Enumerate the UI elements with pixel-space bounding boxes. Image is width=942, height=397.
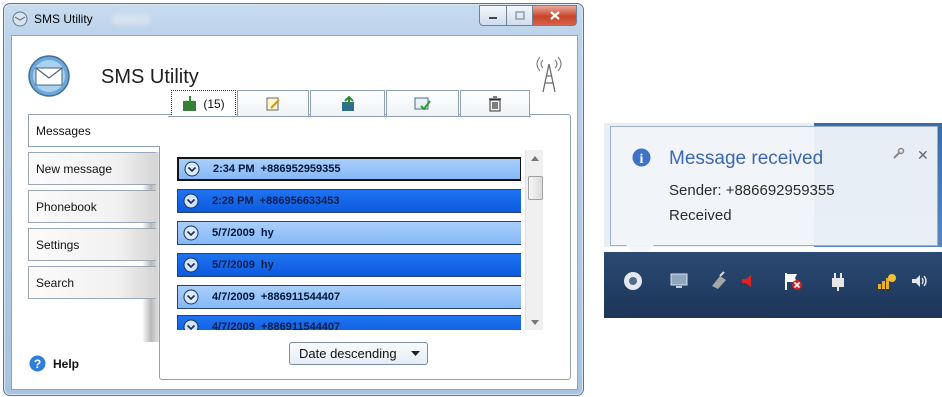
- sidebar-item-label: Search: [36, 275, 75, 290]
- svg-text:?: ?: [34, 357, 41, 371]
- caption-buttons: [479, 5, 577, 26]
- action-center-flag-icon[interactable]: [782, 270, 804, 292]
- volume-icon[interactable]: [908, 270, 930, 292]
- message-row[interactable]: 4/7/2009 +886911544407: [177, 315, 521, 330]
- compose-icon: [266, 97, 280, 110]
- help-icon: ?: [29, 355, 46, 372]
- sidebar-item-label: New message: [36, 161, 113, 176]
- network-icon[interactable]: [876, 270, 898, 292]
- message-text: 4/7/2009 +886911544407: [212, 321, 341, 330]
- chevron-down-icon: [411, 351, 420, 356]
- help-link[interactable]: ? Help: [29, 355, 79, 372]
- tab-compose[interactable]: [237, 90, 309, 116]
- sidebar-item-search[interactable]: Search: [28, 266, 156, 299]
- sidebar-item-phonebook[interactable]: Phonebook: [28, 190, 156, 223]
- antenna-icon: [536, 56, 562, 93]
- close-icon: [549, 11, 560, 20]
- tab-outbox[interactable]: [310, 90, 385, 116]
- sent-icon: [414, 97, 431, 111]
- minimize-icon: [489, 16, 497, 19]
- message-scrollbar[interactable]: [525, 150, 543, 330]
- app-icon: [12, 11, 28, 27]
- message-text: 2:34 PM +886952959355: [213, 163, 341, 175]
- scroll-thumb[interactable]: [528, 176, 543, 200]
- title-bar[interactable]: SMS Utility: [4, 4, 583, 34]
- sidebar-item-label: Settings: [36, 237, 80, 252]
- scroll-down-icon: [530, 319, 539, 325]
- maximize-icon: [514, 11, 525, 20]
- usb-device-icon[interactable]: [708, 270, 730, 292]
- window-title: SMS Utility: [34, 12, 93, 26]
- sidebar-item-label: Messages: [36, 123, 91, 138]
- app-title: SMS Utility: [101, 66, 199, 88]
- sort-dropdown[interactable]: Date descending: [289, 342, 428, 365]
- inbox-icon: [183, 95, 197, 111]
- minimize-button[interactable]: [479, 5, 507, 26]
- expand-icon[interactable]: [184, 161, 200, 177]
- sidebar-item-label: Phonebook: [36, 199, 97, 214]
- monitor-icon[interactable]: [668, 270, 690, 292]
- notification-status: Received: [669, 207, 732, 224]
- expand-icon[interactable]: [183, 319, 199, 330]
- scroll-down-button[interactable]: [526, 314, 543, 330]
- scroll-up-icon: [530, 155, 539, 161]
- trash-icon: [489, 95, 501, 111]
- scroll-up-button[interactable]: [526, 150, 543, 166]
- maximize-button[interactable]: [507, 5, 533, 26]
- sidebar-item-settings[interactable]: Settings: [28, 228, 156, 261]
- sort-value: Date descending: [299, 346, 397, 361]
- tab-sent[interactable]: [386, 90, 459, 116]
- expand-icon[interactable]: [183, 289, 199, 305]
- sms-tray-icon[interactable]: [622, 270, 644, 292]
- options-icon[interactable]: [891, 147, 905, 161]
- sidebar-item-new-message[interactable]: New message: [28, 152, 156, 185]
- sidebar-item-messages[interactable]: Messages: [28, 114, 160, 147]
- power-plug-icon[interactable]: [827, 270, 849, 292]
- expand-icon[interactable]: [183, 193, 199, 209]
- help-label: Help: [53, 356, 80, 371]
- tab-trash[interactable]: [460, 90, 530, 116]
- close-button[interactable]: [533, 5, 577, 26]
- expand-icon[interactable]: [183, 257, 199, 273]
- message-row[interactable]: 5/7/2009 hy: [177, 253, 521, 277]
- notification-sender: Sender: +886692959355: [669, 182, 835, 199]
- sms-logo-icon: [28, 55, 70, 97]
- message-list: 2:34 PM +886952959355 2:28 PM +886956633…: [171, 117, 521, 330]
- message-text: 5/7/2009 hy: [212, 227, 274, 239]
- tab-inbox[interactable]: (15): [171, 90, 236, 117]
- message-row[interactable]: 2:34 PM +886952959355: [177, 157, 521, 181]
- outbox-icon: [341, 95, 354, 111]
- notification-title: Message received: [669, 148, 824, 169]
- svg-text:i: i: [640, 152, 644, 167]
- message-row[interactable]: 2:28 PM +886956633453: [177, 189, 521, 213]
- message-row[interactable]: 4/7/2009 +886911544407: [177, 285, 521, 309]
- speaker-muted-icon[interactable]: [737, 270, 759, 292]
- expand-icon[interactable]: [183, 225, 199, 241]
- title-blur: [112, 14, 150, 25]
- message-row[interactable]: 5/7/2009 hy: [177, 221, 521, 245]
- notification-balloon[interactable]: i Message received Sender: +886692959355…: [610, 126, 938, 246]
- info-icon: i: [632, 148, 651, 167]
- inbox-count: (15): [203, 96, 225, 111]
- message-text: 2:28 PM +886956633453: [212, 195, 340, 207]
- close-icon[interactable]: ✕: [917, 147, 929, 164]
- message-text: 5/7/2009 hy: [212, 259, 274, 271]
- message-text: 4/7/2009 +886911544407: [212, 291, 341, 303]
